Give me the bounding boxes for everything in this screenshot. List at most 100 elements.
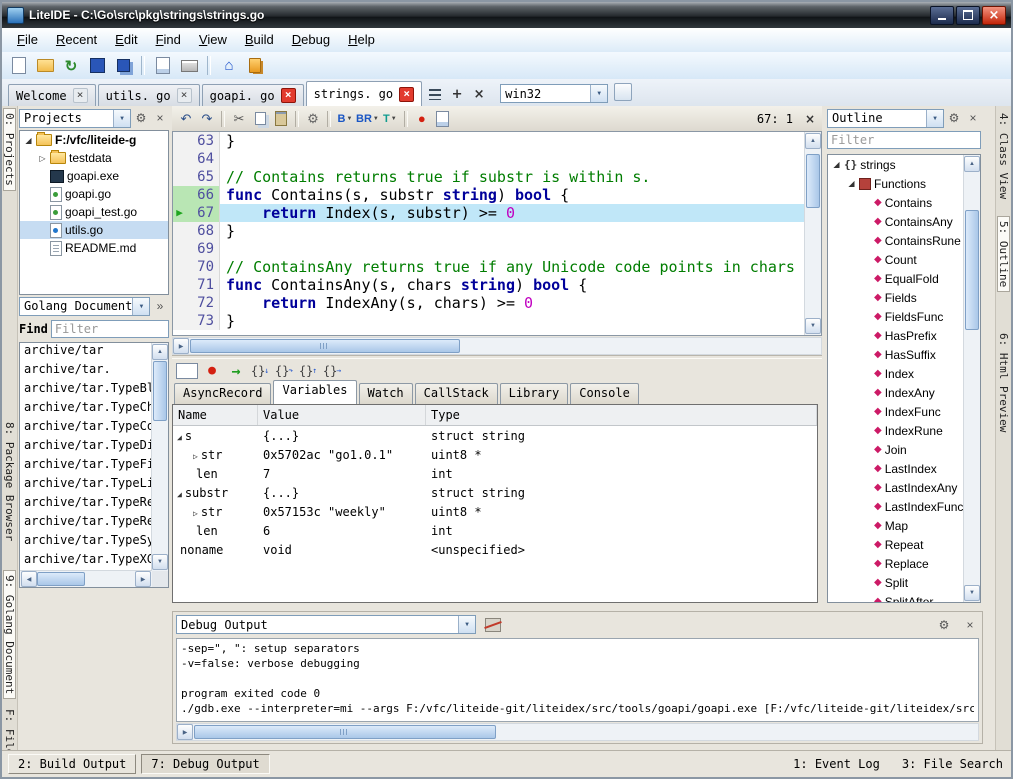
undo-icon[interactable]: ↶	[176, 109, 196, 129]
statusbar-button-3-file-search[interactable]: 3: File Search	[900, 755, 1005, 773]
save-all-icon[interactable]	[111, 55, 135, 77]
build-button[interactable]: B▼	[335, 109, 355, 129]
close-panel-icon[interactable]: ×	[961, 616, 979, 634]
tab-close-icon[interactable]: ×	[177, 88, 192, 103]
doc-filter-input[interactable]	[51, 320, 169, 338]
code-line-72[interactable]: 72 return IndexAny(s, chars) >= 0	[173, 294, 805, 312]
expander-icon[interactable]: ◢	[177, 433, 182, 442]
tab-welcome[interactable]: Welcome×	[8, 84, 96, 106]
export-page-icon[interactable]	[433, 109, 453, 129]
debug-tab-library[interactable]: Library	[500, 383, 569, 404]
variable-row[interactable]: len7int	[173, 464, 817, 483]
doc-list-item[interactable]: archive/tar.	[20, 362, 152, 381]
home-icon[interactable]: ⌂	[217, 55, 241, 77]
print-icon[interactable]	[177, 55, 201, 77]
tab-close-icon[interactable]: ×	[399, 87, 414, 102]
editor-close-icon[interactable]: ×	[802, 111, 818, 127]
doc-list-item[interactable]: archive/tar.TypeBlock	[20, 381, 152, 400]
tab-goapi-go[interactable]: goapi. go×	[202, 84, 304, 106]
variable-row[interactable]: nonamevoid<unspecified>	[173, 540, 817, 559]
tree-item-contains[interactable]: ◆Contains	[828, 193, 964, 212]
minimize-button[interactable]	[930, 6, 954, 25]
scroll-left-icon[interactable]: ◀	[21, 571, 37, 587]
scroll-down-icon[interactable]: ▼	[152, 554, 168, 570]
tree-item-indexrune[interactable]: ◆IndexRune	[828, 421, 964, 440]
doc-list-item[interactable]: archive/tar.TypeXGlobalHeader	[20, 552, 152, 571]
show-current-line-icon[interactable]	[176, 363, 198, 379]
debug-tab-console[interactable]: Console	[570, 383, 639, 404]
outline-combo[interactable]: Outline ▼	[827, 109, 944, 128]
doc-list-item[interactable]: archive/tar.TypeDir	[20, 438, 152, 457]
tree-item-fields[interactable]: ◆Fields	[828, 288, 964, 307]
doc-list-item[interactable]: archive/tar.TypeLink	[20, 476, 152, 495]
code-line-68[interactable]: 68}	[173, 222, 805, 240]
tree-item-splitafter[interactable]: ◆SplitAfter	[828, 592, 964, 602]
dock-tab-4-class-view[interactable]: 4: Class View	[997, 108, 1010, 204]
cut-icon[interactable]: ✂	[229, 109, 249, 129]
debug-tab-callstack[interactable]: CallStack	[415, 383, 498, 404]
variable-row[interactable]: ▷str0x5702ac "go1.0.1"uint8 *	[173, 445, 817, 464]
gear-icon[interactable]: ⚙	[132, 109, 150, 127]
tree-item-lastindex[interactable]: ◆LastIndex	[828, 459, 964, 478]
tree-item-utils-go[interactable]: utils.go	[20, 221, 168, 239]
close-button[interactable]: ×	[982, 6, 1006, 25]
scroll-up-icon[interactable]: ▲	[152, 344, 168, 360]
tree-item-goapi-exe[interactable]: goapi.exe	[20, 167, 168, 185]
tab-utils-go[interactable]: utils. go×	[98, 84, 200, 106]
tree-item-lastindexany[interactable]: ◆LastIndexAny	[828, 478, 964, 497]
debug-tab-watch[interactable]: Watch	[359, 383, 413, 404]
scrollbar-thumb[interactable]	[965, 210, 979, 330]
expander-icon[interactable]: ▷	[193, 452, 198, 461]
column-header-type[interactable]: Type	[426, 405, 817, 425]
gutter-cell[interactable]: 65	[173, 168, 220, 186]
dock-tab-8-package-browser[interactable]: 8: Package Browser	[3, 417, 16, 546]
code-line-70[interactable]: 70// ContainsAny returns true if any Uni…	[173, 258, 805, 276]
doc-list-item[interactable]: archive/tar.TypeChar	[20, 400, 152, 419]
code-line-66[interactable]: 66func Contains(s, substr string) bool {	[173, 186, 805, 204]
scroll-up-icon[interactable]: ▲	[964, 156, 980, 172]
tree-item-f-vfc-liteide-g[interactable]: ◢F:/vfc/liteide-g	[20, 131, 168, 149]
scrollbar-thumb[interactable]	[153, 361, 167, 421]
code-line-69[interactable]: 69	[173, 240, 805, 258]
golang-document-combo[interactable]: Golang Document ▼	[19, 297, 150, 316]
doc-list-item[interactable]: archive/tar	[20, 343, 152, 362]
menu-item-help[interactable]: Help	[339, 28, 384, 52]
new-tab-icon[interactable]: +	[447, 84, 467, 104]
debug-record-icon[interactable]: ●	[412, 109, 432, 129]
close-panel-icon[interactable]: ×	[151, 109, 169, 127]
variable-row[interactable]: len6int	[173, 521, 817, 540]
step-into-icon[interactable]: {}↓	[250, 361, 270, 381]
tree-item-goapi-go[interactable]: goapi.go	[20, 185, 168, 203]
menu-item-edit[interactable]: Edit	[106, 28, 146, 52]
dock-tab-0-projects[interactable]: 0: Projects	[3, 108, 16, 191]
step-over-icon[interactable]: {}↷	[274, 361, 294, 381]
editor-hscrollbar[interactable]: ◀ ▶	[172, 337, 822, 355]
gutter-cell[interactable]: 73	[173, 312, 220, 330]
gutter-cell[interactable]: 68	[173, 222, 220, 240]
debug-tab-asyncrecord[interactable]: AsyncRecord	[174, 383, 271, 404]
projects-combo[interactable]: Projects ▼	[19, 109, 131, 128]
redo-icon[interactable]: ↷	[197, 109, 217, 129]
dock-tab-6-html-preview[interactable]: 6: Html Preview	[997, 328, 1010, 437]
menu-item-find[interactable]: Find	[147, 28, 190, 52]
editor-list-icon[interactable]	[425, 84, 445, 104]
tree-item-functions[interactable]: ◢Functions	[828, 174, 964, 193]
scrollbar-thumb[interactable]	[190, 339, 460, 353]
expander-icon[interactable]: ◢	[832, 160, 841, 169]
gutter-cell[interactable]: 63	[173, 132, 220, 150]
code-line-73[interactable]: 73}	[173, 312, 805, 330]
stop-debug-icon[interactable]: ●	[202, 361, 222, 381]
variable-row[interactable]: ◢substr{...}struct string	[173, 483, 817, 502]
variable-row[interactable]: ▷str0x57153c "weekly"uint8 *	[173, 502, 817, 521]
column-header-value[interactable]: Value	[258, 405, 426, 425]
overflow-chevron-icon[interactable]: »	[151, 297, 169, 315]
scroll-right-icon[interactable]: ▶	[173, 338, 189, 354]
tree-item-hassuffix[interactable]: ◆HasSuffix	[828, 345, 964, 364]
scroll-right-icon[interactable]: ▶	[177, 724, 193, 740]
tree-item-replace[interactable]: ◆Replace	[828, 554, 964, 573]
code-text[interactable]: return IndexAny(s, chars) >= 0	[220, 294, 805, 312]
statusbar-button-7-debug-output[interactable]: 7: Debug Output	[141, 754, 269, 774]
code-text[interactable]: }	[220, 312, 805, 330]
step-out-icon[interactable]: {}↑	[298, 361, 318, 381]
tree-item-count[interactable]: ◆Count	[828, 250, 964, 269]
